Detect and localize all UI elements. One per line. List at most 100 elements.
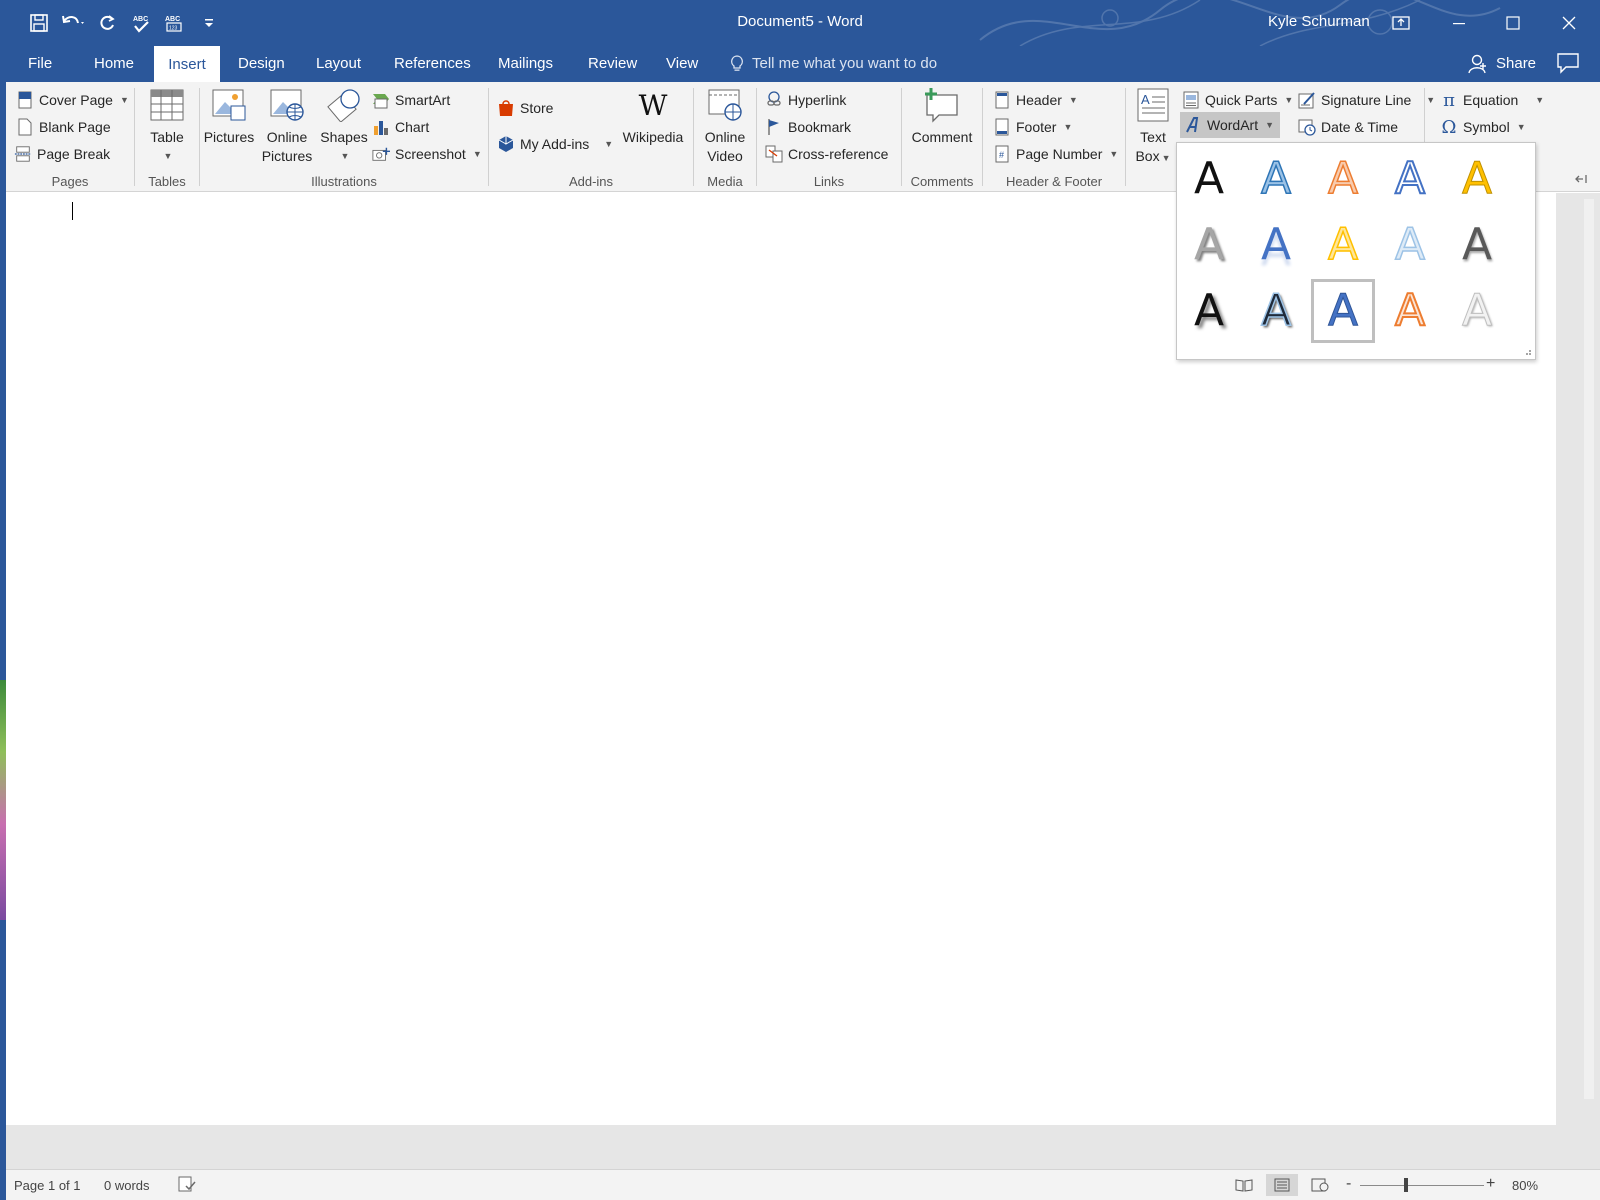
wikipedia-button[interactable]: W Wikipedia	[619, 86, 687, 147]
zoom-slider-track[interactable]	[1360, 1185, 1484, 1186]
my-addins-button[interactable]: My Add-ins ▼	[497, 132, 613, 156]
addins-group: Store My Add-ins ▼ W Wikipedia Add-ins	[489, 82, 693, 192]
blank-page-icon	[16, 118, 34, 136]
pages-group: Cover Page ▼ Blank Page Page Break Pages	[6, 82, 134, 192]
wordart-style-fill-black[interactable]: A	[1177, 147, 1241, 211]
abc-icon[interactable]: ABC 123	[160, 8, 190, 38]
comment-button[interactable]: Comment	[906, 86, 978, 147]
scrollbar-thumb[interactable]	[1584, 199, 1594, 1099]
wikipedia-icon: W	[638, 88, 668, 122]
wordart-style-gray-shadow[interactable]: A	[1177, 213, 1241, 277]
wordart-style-black-heavy-shadow[interactable]: A	[1177, 279, 1241, 343]
collapse-ribbon-icon[interactable]	[1574, 172, 1592, 186]
comments-icon[interactable]	[1556, 52, 1582, 76]
maximize-icon[interactable]	[1486, 0, 1540, 46]
zoom-slider-thumb[interactable]	[1404, 1178, 1408, 1192]
screenshot-icon	[372, 145, 390, 163]
online-video-icon	[706, 86, 744, 124]
quick-parts-button[interactable]: Quick Parts ▼	[1182, 88, 1293, 112]
text-box-label-1: Text	[1140, 129, 1166, 145]
table-button[interactable]: Table ▼	[141, 86, 193, 166]
cross-reference-button[interactable]: Cross-reference	[765, 142, 888, 166]
chevron-down-icon: ▼	[340, 151, 350, 161]
word-count[interactable]: 0 words	[104, 1178, 150, 1193]
user-name[interactable]: Kyle Schurman	[1268, 13, 1370, 30]
tab-home[interactable]: Home	[90, 46, 138, 82]
minimize-icon[interactable]	[1432, 0, 1486, 46]
wordart-style-outline-blue[interactable]: A	[1378, 147, 1442, 211]
page-number-button[interactable]: # Page Number ▼	[993, 142, 1118, 166]
tab-references[interactable]: References	[390, 46, 475, 82]
pi-icon: π	[1443, 89, 1455, 111]
customize-qat-icon[interactable]	[194, 8, 224, 38]
smartart-button[interactable]: SmartArt	[372, 88, 450, 112]
wordart-style-blue-selected[interactable]: A	[1311, 279, 1375, 343]
tell-me-search[interactable]: Tell me what you want to do	[730, 46, 937, 82]
online-pictures-button[interactable]: Online Pictures	[258, 86, 316, 166]
chevron-down-icon: ▼	[119, 95, 129, 105]
screenshot-button[interactable]: Screenshot ▼	[372, 142, 482, 166]
comments-group: Comment Comments	[902, 82, 982, 192]
undo-icon[interactable]	[58, 8, 88, 38]
zoom-out-button[interactable]: -	[1346, 1175, 1351, 1193]
redo-icon[interactable]	[92, 8, 122, 38]
zoom-level[interactable]: 80%	[1512, 1178, 1538, 1193]
ribbon-display-options-icon[interactable]	[1374, 0, 1428, 46]
tab-design[interactable]: Design	[234, 46, 289, 82]
wordart-style-light-blue-outline[interactable]: A	[1378, 213, 1442, 277]
save-icon[interactable]	[24, 8, 54, 38]
wordart-style-fill-orange-outline[interactable]: A	[1311, 147, 1375, 211]
tab-review[interactable]: Review	[584, 46, 641, 82]
svg-text:A: A	[1141, 92, 1150, 107]
new-comment-icon	[923, 86, 961, 124]
symbol-button[interactable]: Ω Symbol ▼	[1440, 115, 1526, 139]
store-button[interactable]: Store	[497, 96, 553, 120]
chart-button[interactable]: Chart	[372, 115, 429, 139]
tab-view[interactable]: View	[662, 46, 702, 82]
signature-line-button[interactable]: Signature Line ▼	[1298, 88, 1435, 112]
print-layout-icon[interactable]	[1266, 1174, 1298, 1196]
wordart-style-gray-gradient[interactable]: A	[1445, 213, 1509, 277]
header-button[interactable]: Header ▼	[993, 88, 1078, 112]
bookmark-button[interactable]: Bookmark	[765, 115, 851, 139]
read-mode-icon[interactable]	[1228, 1174, 1260, 1196]
hyperlink-button[interactable]: Hyperlink	[765, 88, 846, 112]
wordart-button[interactable]: WordArt ▼	[1180, 112, 1281, 138]
cover-page-button[interactable]: Cover Page ▼	[16, 88, 129, 112]
vertical-scrollbar[interactable]	[1556, 193, 1600, 1125]
tab-file[interactable]: File	[24, 46, 56, 82]
spelling-check-icon[interactable]: ABC	[126, 8, 156, 38]
chevron-down-icon: ▼	[1063, 122, 1073, 132]
links-group: Hyperlink Bookmark Cross-reference Links	[757, 82, 901, 192]
tab-layout[interactable]: Layout	[312, 46, 365, 82]
wordart-style-orange-outline[interactable]: A	[1378, 279, 1442, 343]
page-break-button[interactable]: Page Break	[14, 142, 110, 166]
my-addins-label: My Add-ins	[520, 136, 590, 152]
tab-mailings[interactable]: Mailings	[494, 46, 557, 82]
close-icon[interactable]	[1542, 0, 1596, 46]
tab-insert[interactable]: Insert	[154, 46, 220, 83]
web-layout-icon[interactable]	[1304, 1174, 1336, 1196]
share-button[interactable]: Share	[1468, 46, 1536, 82]
footer-button[interactable]: Footer ▼	[993, 115, 1072, 139]
smartart-label: SmartArt	[395, 92, 451, 108]
chevron-down-icon: ▼	[1068, 95, 1078, 105]
equation-button[interactable]: π Equation ▼	[1440, 88, 1544, 112]
wordart-style-fill-gold[interactable]: A	[1445, 147, 1509, 211]
zoom-in-button[interactable]: +	[1486, 1175, 1495, 1193]
resize-grip-icon[interactable]	[1522, 346, 1532, 356]
blank-page-button[interactable]: Blank Page	[16, 115, 111, 139]
wordart-style-blue-reflection[interactable]: A	[1244, 213, 1308, 277]
shapes-button[interactable]: Shapes ▼	[316, 86, 372, 166]
date-time-button[interactable]: Date & Time	[1298, 115, 1398, 139]
page-count[interactable]: Page 1 of 1	[14, 1178, 81, 1193]
online-video-button[interactable]: Online Video	[698, 86, 752, 166]
pages-group-label: Pages	[51, 174, 89, 189]
wordart-style-black-blue-outline[interactable]: A	[1244, 279, 1308, 343]
wordart-style-fill-blue-outline[interactable]: A	[1244, 147, 1308, 211]
wordart-style-gold-outline[interactable]: A	[1311, 213, 1375, 277]
pictures-button[interactable]: Pictures	[200, 86, 258, 147]
proofing-icon[interactable]	[178, 1176, 196, 1195]
text-box-button[interactable]: A Text Box ▼	[1130, 86, 1176, 168]
wordart-style-silver[interactable]: A	[1445, 279, 1509, 343]
